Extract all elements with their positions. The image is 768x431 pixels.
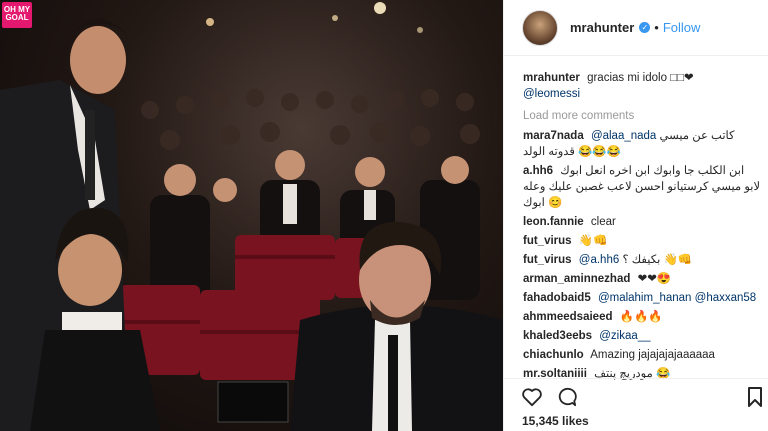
post-header: mrahunter ✓ • Follow <box>504 0 768 56</box>
comment-username[interactable]: fahadobaid5 <box>523 292 591 304</box>
comment-text: بكيفك ؟ 👋👊 <box>622 254 693 266</box>
comment-username[interactable]: ahmmeedsaieed <box>523 311 613 323</box>
comment-username[interactable]: a.hh6 <box>523 165 553 177</box>
comment-username[interactable]: arman_aminnezhad <box>523 273 630 285</box>
caption-mention[interactable]: @leomessi <box>523 88 580 100</box>
photo-illustration <box>0 2 503 431</box>
comment-mention[interactable]: @malahim_hanan <box>598 292 692 304</box>
comment-item: arman_aminnezhad ❤❤😍 <box>523 271 763 287</box>
comments-list: mrahunter gracias mi idolo □□❤ @leomessi… <box>523 70 763 385</box>
post-caption: mrahunter gracias mi idolo □□❤ @leomessi <box>523 70 763 102</box>
comment-item: fahadobaid5 @malahim_hanan @haxxan58 <box>523 290 763 306</box>
comment-item: ahmmeedsaieed 🔥🔥🔥 <box>523 309 763 325</box>
header-username[interactable]: mrahunter <box>570 20 634 35</box>
comment-username[interactable]: fut_virus <box>523 254 572 266</box>
comment-text: 👋👊 <box>578 235 608 247</box>
caption-username[interactable]: mrahunter <box>523 72 580 84</box>
caption-text: gracias mi idolo □□❤ <box>587 72 694 84</box>
comment-username[interactable]: khaled3eebs <box>523 330 592 342</box>
bookmark-icon[interactable] <box>747 387 763 412</box>
likes-count[interactable]: 15,345 likes <box>522 414 589 428</box>
comment-item: fut_virus 👋👊 <box>523 233 763 249</box>
comment-mention-secondary[interactable]: @haxxan58 <box>695 292 757 304</box>
comment-mention[interactable]: @alaa_nada <box>591 130 656 142</box>
comment-username[interactable]: chiachunlo <box>523 349 584 361</box>
post-sidebar: mrahunter ✓ • Follow mrahunter gracias m… <box>503 0 768 431</box>
comment-item: chiachunlo Amazing jajajajajaaaaaa <box>523 347 763 363</box>
comment-mention[interactable]: @zikaa__ <box>599 330 650 342</box>
comment-item: fut_virus @a.hh6 بكيفك ؟ 👋👊 <box>523 252 763 268</box>
comment-text: Amazing jajajajajaaaaaa <box>590 349 715 361</box>
comment-item: a.hh6 ابن الكلب جا وابوك ابن اخره انعل ا… <box>523 163 763 211</box>
comment-text: clear <box>590 216 616 228</box>
follow-button[interactable]: Follow <box>663 20 701 35</box>
comment-mention[interactable]: @a.hh6 <box>579 254 619 266</box>
post-photo[interactable]: OH MY GOAL <box>0 0 503 431</box>
comment-item: mara7nada @alaa_nada كاتب عن ميسي قدوته … <box>523 128 763 160</box>
comment-username[interactable]: leon.fannie <box>523 216 584 228</box>
post-actions-bar <box>503 378 768 408</box>
comment-item: leon.fannie clear <box>523 214 763 230</box>
verified-badge-icon: ✓ <box>639 22 651 33</box>
comment-text: ابن الكلب جا وابوك ابن اخره انعل ابوك لا… <box>523 165 761 209</box>
watermark-logo: OH MY GOAL <box>2 2 32 28</box>
avatar[interactable] <box>522 9 558 46</box>
header-separator: • <box>654 20 659 35</box>
comment-text: 🔥🔥🔥 <box>619 311 663 323</box>
load-more-comments-button[interactable]: Load more comments <box>523 108 763 124</box>
comment-item: khaled3eebs @zikaa__ <box>523 328 763 344</box>
comment-username[interactable]: fut_virus <box>523 235 572 247</box>
comment-bubble-icon[interactable] <box>556 387 578 412</box>
comment-text: ❤❤😍 <box>637 273 672 285</box>
like-heart-icon[interactable] <box>521 387 543 412</box>
comment-username[interactable]: mara7nada <box>523 130 584 142</box>
